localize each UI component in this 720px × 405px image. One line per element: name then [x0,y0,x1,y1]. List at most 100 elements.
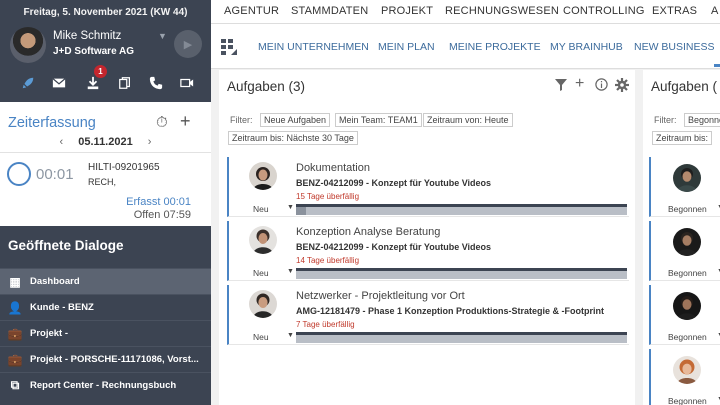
task-row[interactable]: Neu ▼ Dokumentation BENZ-04212099 - Konz… [227,157,629,217]
timer-project-sub: RECH, [88,177,117,187]
task-status[interactable]: Neu [253,268,269,278]
avatar [673,292,701,320]
task-overdue: 15 Tage überfällig [296,192,360,201]
phone-icon[interactable] [143,70,169,96]
info-icon[interactable] [595,78,608,94]
download-icon[interactable]: 1 [80,65,107,96]
quick-actions: 1 [0,65,211,96]
grid-icon: ▦ [9,274,21,289]
dialog-item-label: Projekt - PORSCHE-11171086, Vorst... [30,354,199,365]
filter-chip[interactable]: Neue Aufgaben [260,113,331,127]
timer-toggle[interactable] [7,162,31,186]
tab-meine-projekte[interactable]: MEINE PROJEKTE [449,41,541,53]
person-icon: 👤 [7,300,23,315]
video-icon[interactable] [174,70,200,96]
task-status[interactable]: Begonnen [668,396,707,405]
filter-chip[interactable]: Zeitraum von: Heute [423,113,513,127]
task-row[interactable]: Begonnen ▼ [649,285,720,345]
avatar [673,356,701,384]
tab-mein-plan[interactable]: MEIN PLAN [378,41,435,53]
task-overdue: 7 Tage überfällig [296,320,355,329]
avatar [673,228,701,256]
menu-controlling[interactable]: CONTROLLING [563,5,645,17]
gear-icon[interactable] [615,78,629,95]
play-button[interactable]: ▶ [174,30,202,58]
divider [0,152,211,153]
open-dialogs-title: Geöffnete Dialoge [8,238,124,253]
sidebar-header: Freitag, 5. November 2021 (KW 44) Mike S… [0,0,211,102]
tasks-panel: Aufgaben (3) + Filter: Neue Aufgaben Mei… [219,70,635,405]
briefcase-icon: 💼 [7,352,23,367]
tab-mein-unternehmen[interactable]: MEIN UNTERNEHMEN [258,41,369,53]
dialog-item-label: Projekt - [30,328,69,339]
task-name[interactable]: Konzeption Analyse Beratung [296,226,440,238]
task-row[interactable]: Begonnen ▼ [649,349,720,405]
dialog-item-projekt-porsche[interactable]: 💼 Projekt - PORSCHE-11171086, Vorst... [0,346,211,372]
tab-new-business[interactable]: NEW BUSINESS [634,41,715,53]
dialog-item-label: Kunde - BENZ [30,302,94,313]
dialog-item-label: Report Center - Rechnungsbuch [30,380,177,391]
task-row[interactable]: Neu ▼ Netzwerker - Projektleitung vor Or… [227,285,629,345]
filter-chip[interactable]: Zeitraum bis: Nächste 30 Tage [228,131,358,145]
chevron-down-icon[interactable]: ▼ [287,332,294,339]
dialog-item-report-center[interactable]: ⧉ Report Center - Rechnungsbuch [0,372,211,398]
dialog-item-projekt[interactable]: 💼 Projekt - [0,320,211,346]
task-status[interactable]: Begonnen [668,204,707,214]
menu-extras[interactable]: EXTRAS [652,5,697,17]
task-row[interactable]: Neu ▼ Konzeption Analyse Beratung BENZ-0… [227,221,629,281]
user-box[interactable]: Mike Schmitz J+D Software AG ▼ ▶ [10,27,205,65]
task-status[interactable]: Begonnen [668,268,707,278]
open-dialogs-panel: Geöffnete Dialoge ▦ Dashboard 👤 Kunde - … [0,226,211,405]
menu-stammdaten[interactable]: STAMMDATEN [291,5,368,17]
task-name[interactable]: Dokumentation [296,162,370,174]
dashboard-tabs: MEIN UNTERNEHMEN MEIN PLAN MEINE PROJEKT… [211,24,720,69]
chevron-down-icon[interactable]: ▼ [287,268,294,275]
avatar [249,162,277,190]
task-status[interactable]: Begonnen [668,332,707,342]
task-row[interactable]: Begonnen ▼ [649,157,720,217]
menu-rechnungswesen[interactable]: RECHNUNGSWESEN [445,5,559,17]
chevron-left-icon[interactable]: ‹ [54,136,70,148]
task-progress-bar [296,332,627,343]
chevron-down-icon[interactable]: ▼ [158,31,167,41]
menu-agentur[interactable]: AGENTUR [224,5,279,17]
panel-title: Aufgaben (3) [227,79,306,94]
dialog-item-label: Dashboard [30,276,80,287]
task-project[interactable]: AMG-12181479 - Phase 1 Konzeption Produk… [296,306,604,316]
task-project[interactable]: BENZ-04212099 - Konzept für Youtube Vide… [296,178,491,188]
task-progress-bar [296,268,627,279]
tasks-panel-secondary: Aufgaben ( Filter: Begonne Zeitraum bis:… [643,70,720,405]
task-status[interactable]: Neu [253,332,269,342]
task-project[interactable]: BENZ-04212099 - Konzept für Youtube Vide… [296,242,491,252]
add-time-button[interactable]: + [180,111,191,132]
menu-projekt[interactable]: PROJEKT [381,5,433,17]
dialog-item-kunde[interactable]: 👤 Kunde - BENZ [0,294,211,320]
chevron-down-icon[interactable]: ▼ [287,204,294,211]
sidebar: Freitag, 5. November 2021 (KW 44) Mike S… [0,0,211,405]
task-name[interactable]: Netzwerker - Projektleitung vor Ort [296,290,465,302]
time-tracking-title: Zeiterfassung [8,115,96,131]
tab-my-brainhub[interactable]: MY BRAINHUB [550,41,623,53]
filter-chip[interactable]: Begonne [684,113,720,127]
task-overdue: 14 Tage überfällig [296,256,360,265]
chevron-right-icon[interactable]: › [142,136,158,148]
time-tracking-date: 05.11.2021 [78,136,133,148]
avatar [249,226,277,254]
timer-project-code[interactable]: HILTI-09201965 [88,162,160,173]
filter-chip[interactable]: Mein Team: TEAM1 [335,113,422,127]
task-status[interactable]: Neu [253,204,269,214]
filter-icon[interactable] [555,78,567,94]
menu-more[interactable]: A [711,5,719,17]
filter-chip[interactable]: Zeitraum bis: [652,131,713,145]
add-icon[interactable]: + [575,75,584,93]
rocket-icon[interactable] [15,70,41,96]
stopwatch-icon[interactable]: ⏱ [156,114,168,131]
dialog-item-dashboard[interactable]: ▦ Dashboard [0,268,211,294]
mail-icon[interactable] [46,70,72,96]
documents-icon[interactable] [112,70,138,96]
dashboard-grid-icon[interactable] [221,39,239,55]
time-open: Offen 07:59 [133,209,191,221]
briefcase-icon: 💼 [7,326,23,341]
task-row[interactable]: Begonnen ▼ [649,221,720,281]
avatar[interactable] [10,27,46,63]
